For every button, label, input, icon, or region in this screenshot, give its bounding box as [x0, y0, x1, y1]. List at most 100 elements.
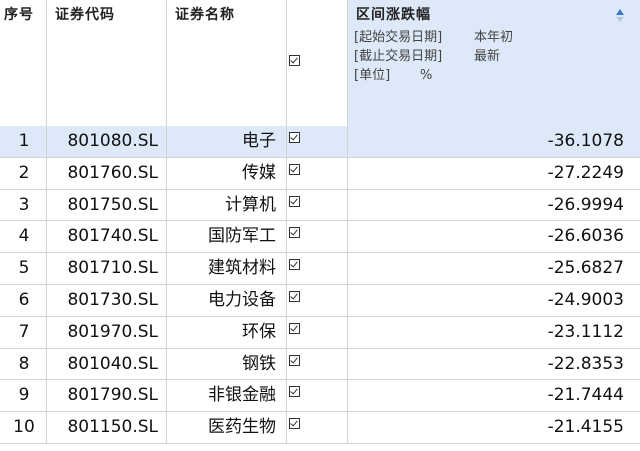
table-row[interactable]: 9 801790.SL 非银金融 -21.7444: [0, 380, 640, 413]
cell-check: [287, 126, 348, 157]
sort-descending-icon[interactable]: [616, 17, 624, 22]
header-name-label: 证券名称: [175, 7, 235, 23]
cell-change: -21.7444: [348, 380, 640, 411]
cell-check: [287, 284, 348, 316]
security-name: 计算机: [225, 194, 276, 215]
param-unit-value: %: [420, 68, 433, 83]
security-name: 非银金融: [208, 385, 276, 406]
table-row[interactable]: 7 801970.SL 环保 -23.1112: [0, 316, 640, 349]
range-change-value: -23.1112: [547, 321, 624, 342]
security-code: 801150.SL: [67, 417, 158, 438]
row-checkbox[interactable]: [289, 259, 300, 271]
row-checkbox[interactable]: [289, 322, 300, 334]
row-checkbox[interactable]: [289, 132, 300, 143]
cell-change: -27.2249: [348, 158, 640, 189]
row-checkbox[interactable]: [289, 418, 300, 430]
cell-check: [287, 348, 348, 380]
range-change-value: -24.9003: [547, 289, 624, 310]
security-code: 801710.SL: [67, 258, 158, 279]
grid-body: 1 801080.SL 电子 -36.1078 2 801760.SL 传媒 -27.2249…: [0, 126, 640, 444]
table-row[interactable]: 10 801150.SL 医药生物 -21.4155: [0, 412, 640, 444]
row-checkbox[interactable]: [289, 163, 300, 175]
header-index[interactable]: 序号: [0, 0, 47, 126]
header-select-all[interactable]: [287, 0, 348, 126]
cell-name: 环保: [167, 316, 287, 348]
header-code-label: 证券代码: [55, 7, 115, 23]
cell-check: [287, 412, 348, 443]
param-end-date-value: 最新: [474, 49, 501, 64]
cell-check: [287, 189, 348, 221]
data-grid: 序号 证券代码 证券名称 区间涨跌幅 [起始交易日期] 本年初 [截止交易日期] 最…: [0, 0, 640, 451]
row-checkbox[interactable]: [289, 227, 300, 239]
cell-name: 传媒: [167, 157, 287, 189]
security-name: 建筑材料: [208, 258, 276, 279]
table-row[interactable]: 2 801760.SL 传媒 -27.2249: [0, 157, 640, 190]
row-index: 6: [18, 289, 30, 310]
cell-code: 801080.SL: [47, 126, 167, 157]
cell-index: 4: [0, 221, 47, 253]
cell-check: [287, 157, 348, 189]
security-name: 国防军工: [208, 226, 276, 247]
row-index: 10: [13, 417, 35, 438]
cell-code: 801750.SL: [47, 189, 167, 221]
cell-check: [287, 316, 348, 348]
cell-check: [287, 221, 348, 253]
cell-change: -23.1112: [348, 317, 640, 348]
table-row[interactable]: 4 801740.SL 国防军工 -26.6036: [0, 221, 640, 254]
param-end-date-key: [截止交易日期]: [354, 49, 443, 64]
row-index: 9: [18, 385, 30, 406]
row-index: 7: [18, 321, 30, 342]
cell-name: 非银金融: [167, 380, 287, 412]
header-index-label: 序号: [4, 7, 34, 23]
row-checkbox[interactable]: [289, 386, 300, 398]
security-code: 801790.SL: [67, 385, 158, 406]
row-index: 4: [18, 226, 30, 247]
security-code: 801970.SL: [67, 321, 158, 342]
table-row[interactable]: 8 801040.SL 钢铁 -22.8353: [0, 348, 640, 381]
row-checkbox[interactable]: [289, 195, 300, 207]
range-change-value: -26.6036: [547, 226, 624, 247]
range-change-value: -25.6827: [547, 258, 624, 279]
security-name: 电力设备: [208, 289, 276, 310]
select-all-checkbox[interactable]: [289, 55, 300, 66]
security-name: 传媒: [242, 162, 276, 183]
security-code: 801760.SL: [67, 162, 158, 183]
cell-index: 6: [0, 284, 47, 316]
security-name: 电子: [242, 131, 276, 151]
cell-index: 5: [0, 253, 47, 284]
table-row[interactable]: 6 801730.SL 电力设备 -24.9003: [0, 284, 640, 317]
cell-change: -21.4155: [348, 412, 640, 443]
cell-change: -24.9003: [348, 285, 640, 316]
param-start-date: [起始交易日期] 本年初: [354, 26, 513, 45]
range-change-value: -22.8353: [547, 353, 624, 374]
range-change-value: -27.2249: [547, 162, 624, 183]
cell-name: 建筑材料: [167, 253, 287, 284]
row-index: 1: [18, 131, 30, 151]
param-end-date: [截止交易日期] 最新: [354, 45, 500, 64]
sort-ascending-icon[interactable]: [616, 9, 624, 15]
table-row[interactable]: 5 801710.SL 建筑材料 -25.6827: [0, 253, 640, 285]
cell-index: 2: [0, 157, 47, 189]
cell-index: 8: [0, 348, 47, 380]
row-checkbox[interactable]: [289, 290, 300, 302]
cell-name: 电力设备: [167, 284, 287, 316]
cell-index: 3: [0, 189, 47, 221]
security-code: 801730.SL: [67, 289, 158, 310]
table-row[interactable]: 1 801080.SL 电子 -36.1078: [0, 126, 640, 158]
header-name[interactable]: 证券名称: [167, 0, 287, 126]
cell-name: 国防军工: [167, 221, 287, 253]
cell-check: [287, 380, 348, 412]
header-code[interactable]: 证券代码: [47, 0, 167, 126]
security-name: 钢铁: [242, 353, 276, 374]
cell-check: [287, 253, 348, 284]
param-unit: [单位]%: [354, 64, 432, 83]
cell-change: -26.6036: [348, 221, 640, 252]
param-start-date-key: [起始交易日期]: [354, 30, 443, 45]
param-start-date-value: 本年初: [474, 30, 514, 45]
cell-name: 钢铁: [167, 348, 287, 380]
cell-change: -22.8353: [348, 349, 640, 380]
table-row[interactable]: 3 801750.SL 计算机 -26.9994: [0, 189, 640, 222]
header-change[interactable]: 区间涨跌幅 [起始交易日期] 本年初 [截止交易日期] 最新 [单位]%: [348, 0, 640, 126]
security-name: 医药生物: [208, 417, 276, 438]
row-checkbox[interactable]: [289, 354, 300, 366]
